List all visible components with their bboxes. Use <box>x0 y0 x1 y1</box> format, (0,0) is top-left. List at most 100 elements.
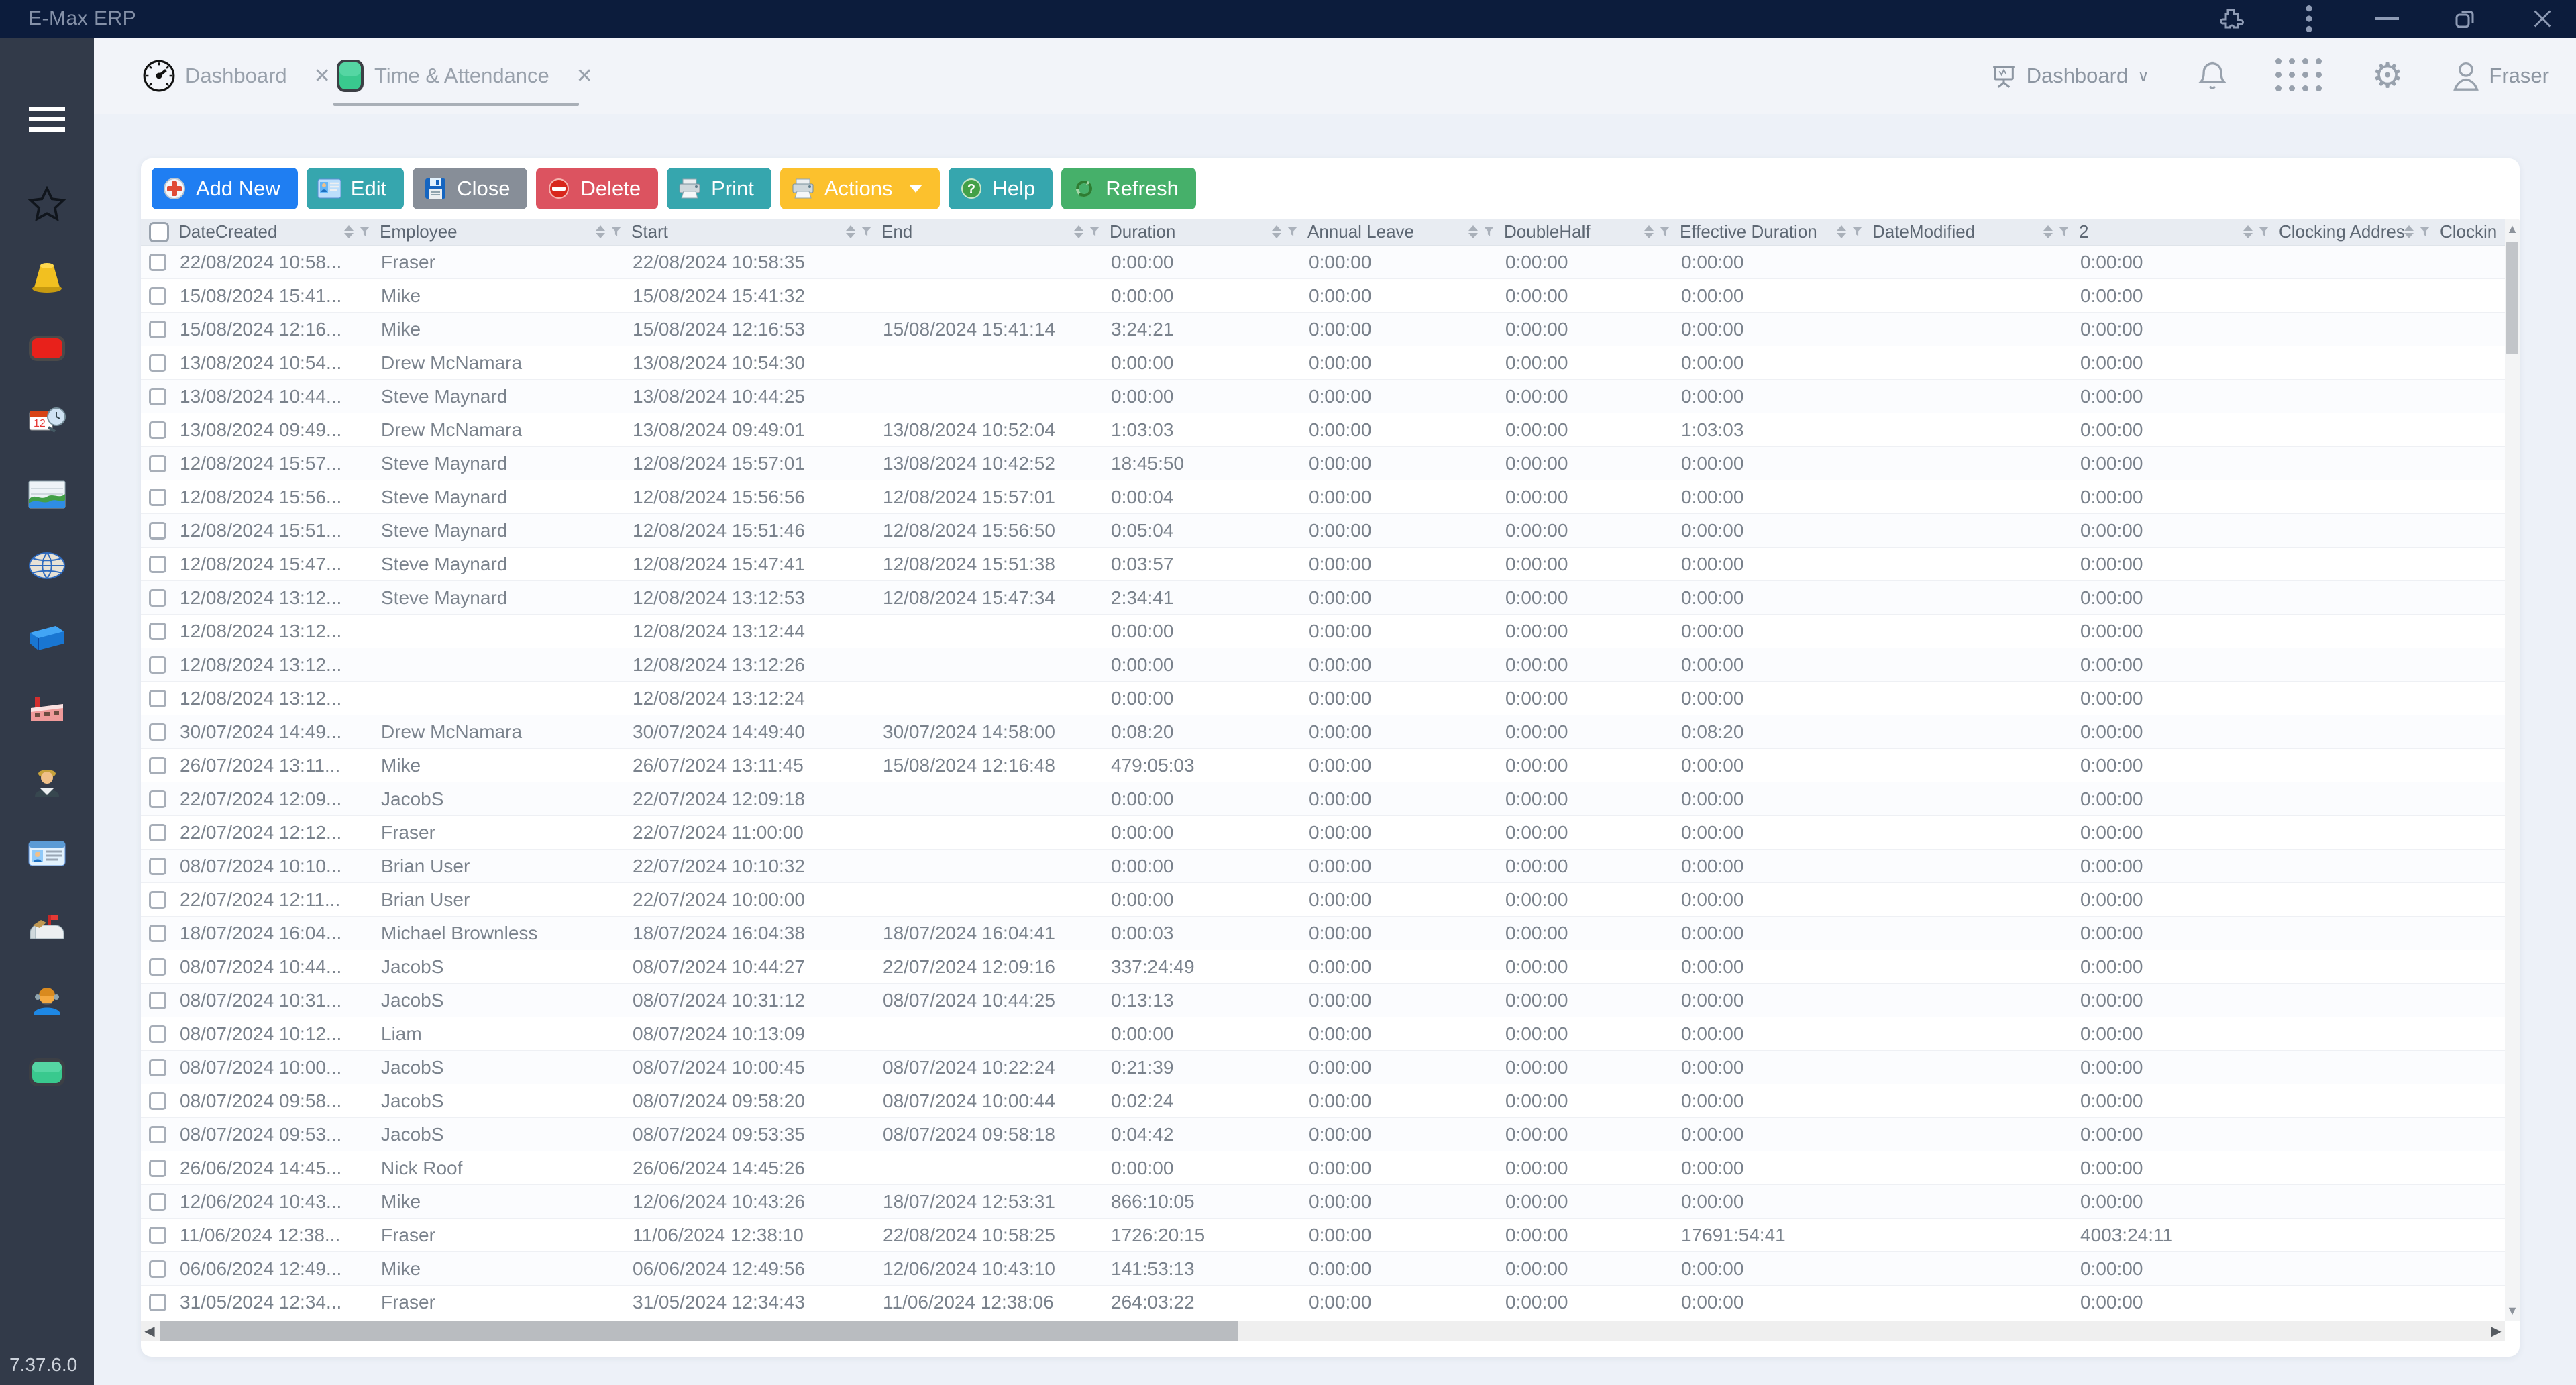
table-row[interactable]: 08/07/2024 10:44... JacobS 08/07/2024 10… <box>141 950 2505 984</box>
filter-icon[interactable] <box>861 226 872 238</box>
factory-icon[interactable] <box>0 680 94 739</box>
filter-icon[interactable] <box>1851 226 1863 238</box>
table-row[interactable]: 31/05/2024 12:34... Fraser 31/05/2024 12… <box>141 1286 2505 1319</box>
table-row[interactable]: 11/06/2024 12:38... Fraser 11/06/2024 12… <box>141 1219 2505 1252</box>
table-row[interactable]: 06/06/2024 12:49... Mike 06/06/2024 12:4… <box>141 1252 2505 1286</box>
table-row[interactable]: 08/07/2024 09:53... JacobS 08/07/2024 09… <box>141 1118 2505 1151</box>
row-checkbox[interactable] <box>149 388 166 405</box>
table-row[interactable]: 12/08/2024 15:56... Steve Maynard 12/08/… <box>141 480 2505 514</box>
bell-icon[interactable] <box>2198 59 2227 93</box>
row-checkbox[interactable] <box>149 656 166 674</box>
filter-icon[interactable] <box>2419 226 2430 238</box>
column-header-2[interactable]: 2 <box>2079 221 2279 242</box>
sort-icon[interactable] <box>2404 225 2414 238</box>
table-row[interactable]: 26/06/2024 14:45... Nick Roof 26/06/2024… <box>141 1151 2505 1185</box>
sort-icon[interactable] <box>1074 225 1083 238</box>
scroll-down-arrow[interactable]: ▼ <box>2505 1300 2520 1321</box>
sort-icon[interactable] <box>2043 225 2053 238</box>
row-checkbox[interactable] <box>149 1193 166 1211</box>
row-checkbox[interactable] <box>149 354 166 372</box>
column-header-clocking-address[interactable]: Clocking Address <box>2279 221 2440 242</box>
tab-close-icon[interactable]: ✕ <box>576 64 593 88</box>
filter-icon[interactable] <box>610 226 622 238</box>
table-row[interactable]: 12/06/2024 10:43... Mike 12/06/2024 10:4… <box>141 1185 2505 1219</box>
horizontal-scrollbar[interactable]: ◀ ▶ <box>141 1321 2505 1341</box>
close-icon[interactable] <box>2528 4 2557 34</box>
time-attendance-active-icon[interactable] <box>0 1043 94 1102</box>
sort-icon[interactable] <box>1468 225 1478 238</box>
filter-icon[interactable] <box>359 226 370 238</box>
row-checkbox[interactable] <box>149 1227 166 1244</box>
operator-worker-icon[interactable] <box>0 754 94 813</box>
tab-dashboard[interactable]: Dashboard ✕ <box>142 38 331 114</box>
row-checkbox[interactable] <box>149 254 166 271</box>
extensions-icon[interactable] <box>2216 4 2246 34</box>
tab-close-icon[interactable]: ✕ <box>314 64 331 88</box>
sort-icon[interactable] <box>596 225 605 238</box>
row-checkbox[interactable] <box>149 790 166 808</box>
row-checkbox[interactable] <box>149 489 166 506</box>
row-checkbox[interactable] <box>149 958 166 976</box>
scroll-up-arrow[interactable]: ▲ <box>2505 219 2520 239</box>
gear-icon[interactable]: ⚙ <box>2372 58 2404 93</box>
row-checkbox[interactable] <box>149 1126 166 1143</box>
filter-icon[interactable] <box>1659 226 1670 238</box>
row-checkbox[interactable] <box>149 1025 166 1043</box>
row-checkbox[interactable] <box>149 455 166 472</box>
filter-icon[interactable] <box>1089 226 1100 238</box>
filter-icon[interactable] <box>1483 226 1495 238</box>
table-row[interactable]: 12/08/2024 13:12... 12/08/2024 13:12:44 … <box>141 615 2505 648</box>
row-checkbox[interactable] <box>149 1294 166 1311</box>
contact-card-icon[interactable] <box>0 824 94 883</box>
table-row[interactable]: 18/07/2024 16:04... Michael Brownless 18… <box>141 917 2505 950</box>
table-row[interactable]: 22/08/2024 10:58... Fraser 22/08/2024 10… <box>141 246 2505 279</box>
filter-icon[interactable] <box>2058 226 2070 238</box>
select-all-checkbox[interactable] <box>149 222 169 242</box>
scroll-right-arrow[interactable]: ▶ <box>2487 1321 2505 1341</box>
row-checkbox[interactable] <box>149 623 166 640</box>
table-row[interactable]: 22/07/2024 12:09... JacobS 22/07/2024 12… <box>141 782 2505 816</box>
mailbox-icon[interactable] <box>0 898 94 957</box>
row-checkbox[interactable] <box>149 287 166 305</box>
vertical-scrollbar[interactable]: ▲ ▼ <box>2505 219 2520 1321</box>
sort-icon[interactable] <box>2243 225 2253 238</box>
minimize-icon[interactable] <box>2372 4 2402 34</box>
time-clock-calendar-icon[interactable]: 12 <box>0 391 94 450</box>
restore-icon[interactable] <box>2450 4 2479 34</box>
table-row[interactable]: 15/08/2024 15:41... Mike 15/08/2024 15:4… <box>141 279 2505 313</box>
vertical-scroll-thumb[interactable] <box>2506 242 2518 354</box>
table-row[interactable]: 12/08/2024 15:47... Steve Maynard 12/08/… <box>141 548 2505 581</box>
column-header-clocking[interactable]: Clocking <box>2440 221 2496 242</box>
sort-icon[interactable] <box>846 225 855 238</box>
table-row[interactable]: 08/07/2024 10:31... JacobS 08/07/2024 10… <box>141 984 2505 1017</box>
row-checkbox[interactable] <box>149 556 166 573</box>
user-menu[interactable]: Fraser <box>2451 59 2549 93</box>
table-row[interactable]: 26/07/2024 13:11... Mike 26/07/2024 13:1… <box>141 749 2505 782</box>
row-checkbox[interactable] <box>149 891 166 909</box>
table-row[interactable]: 12/08/2024 15:57... Steve Maynard 12/08/… <box>141 447 2505 480</box>
table-row[interactable]: 22/07/2024 12:11... Brian User 22/07/202… <box>141 883 2505 917</box>
sort-icon[interactable] <box>344 225 354 238</box>
print-button[interactable]: Print <box>667 168 771 209</box>
table-row[interactable]: 22/07/2024 12:12... Fraser 22/07/2024 11… <box>141 816 2505 850</box>
table-row[interactable]: 08/07/2024 10:12... Liam 08/07/2024 10:1… <box>141 1017 2505 1051</box>
actions-button[interactable]: Actions <box>780 168 940 209</box>
table-row[interactable]: 30/07/2024 14:49... Drew McNamara 30/07/… <box>141 715 2505 749</box>
horizontal-scroll-thumb[interactable] <box>160 1321 1238 1341</box>
row-checkbox[interactable] <box>149 421 166 439</box>
context-selector[interactable]: Dashboard ∨ <box>1990 61 2149 91</box>
row-checkbox[interactable] <box>149 858 166 875</box>
help-button[interactable]: ? Help <box>949 168 1053 209</box>
row-checkbox[interactable] <box>149 925 166 942</box>
column-header-employee[interactable]: Employee <box>380 221 631 242</box>
jobs-cone-icon[interactable] <box>0 248 94 307</box>
stop-button-icon[interactable] <box>0 319 94 378</box>
column-header-annual-leave[interactable]: Annual Leave <box>1307 221 1504 242</box>
row-checkbox[interactable] <box>149 690 166 707</box>
hamburger-menu-icon[interactable] <box>0 90 94 149</box>
sort-icon[interactable] <box>1644 225 1654 238</box>
support-agent-icon[interactable] <box>0 970 94 1029</box>
add-new-button[interactable]: Add New <box>152 168 298 209</box>
table-row[interactable]: 08/07/2024 10:10... Brian User 22/07/202… <box>141 850 2505 883</box>
column-header-datemodified[interactable]: DateModified <box>1872 221 2079 242</box>
